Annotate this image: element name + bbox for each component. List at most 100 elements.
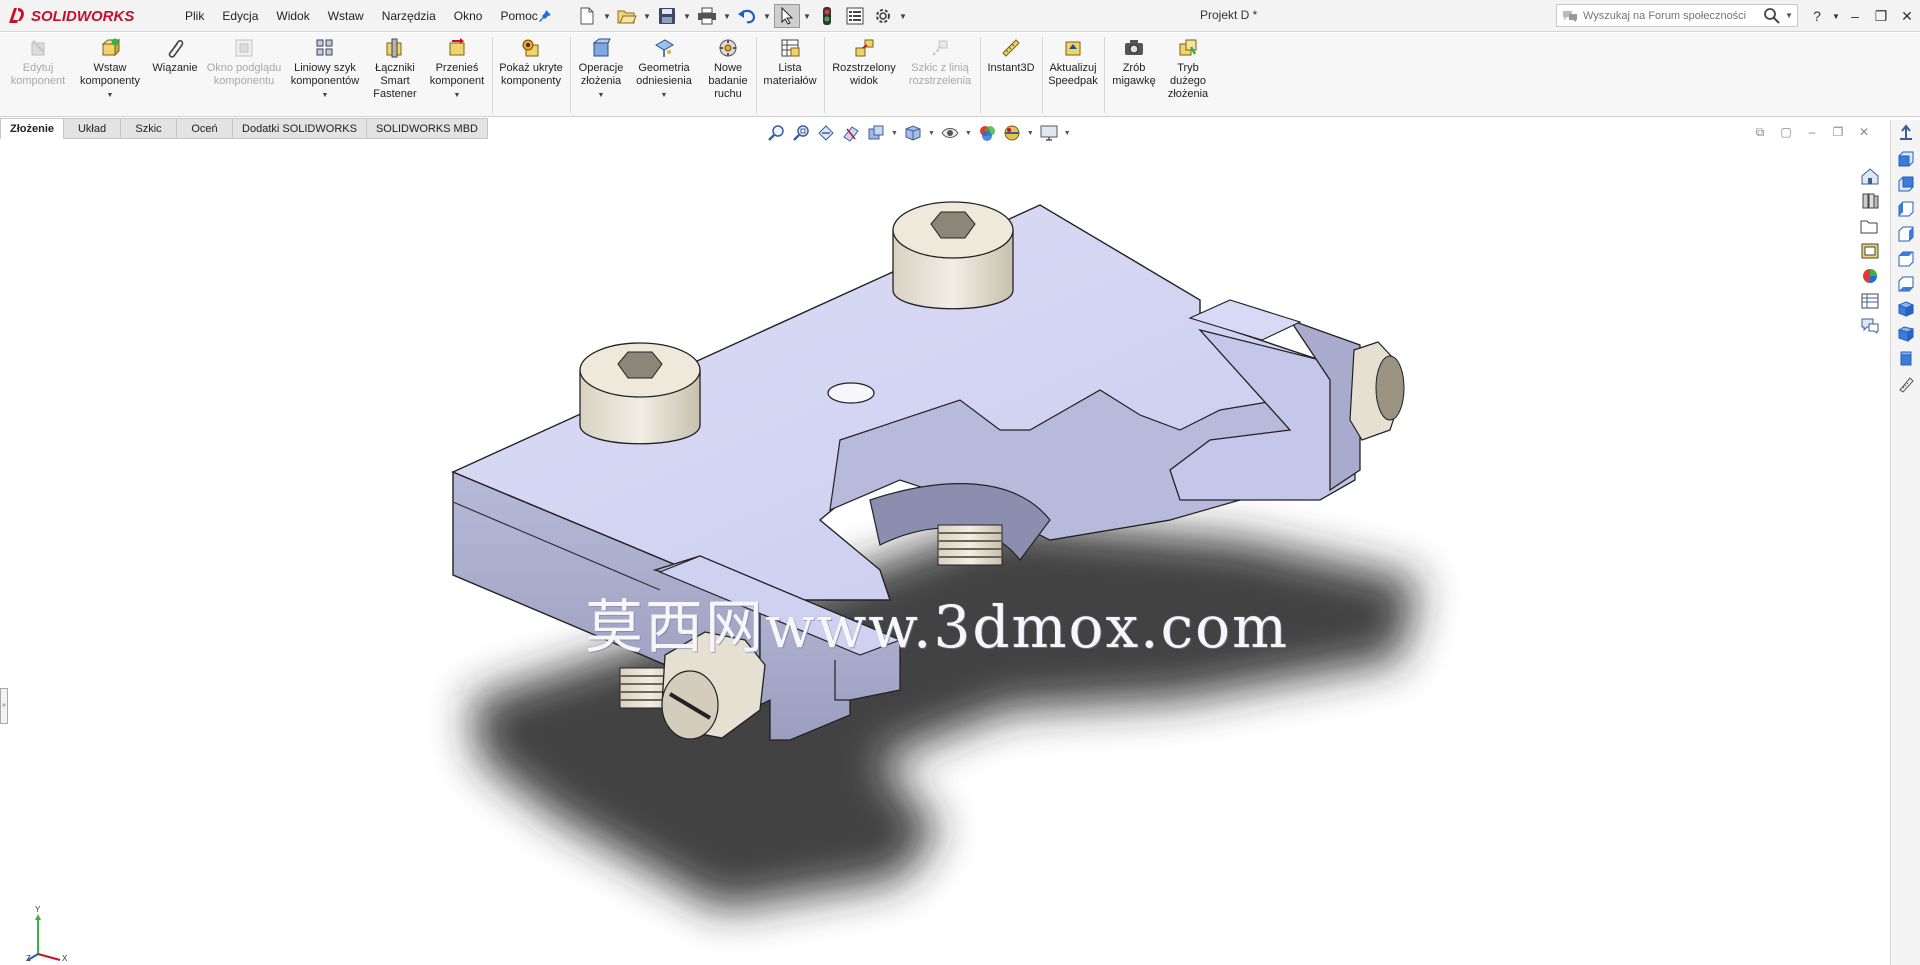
normal-to-icon[interactable]: [1893, 123, 1919, 145]
menu-file[interactable]: Plik: [176, 9, 213, 23]
view-orientation-dropdown-icon[interactable]: ▼: [891, 130, 898, 137]
viewport-close-icon[interactable]: ✕: [1856, 124, 1872, 140]
select-dropdown-icon[interactable]: ▼: [802, 4, 812, 28]
ds-logo-icon: [9, 8, 24, 23]
view-settings-dropdown-icon[interactable]: ▼: [1064, 130, 1071, 137]
close-button[interactable]: ✕: [1896, 8, 1918, 25]
new-motion-study-button[interactable]: Nowe badanie ruchu: [700, 37, 756, 113]
print-icon[interactable]: [694, 4, 720, 28]
restore-button[interactable]: ❐: [1870, 8, 1892, 25]
left-view-icon[interactable]: [1893, 198, 1919, 220]
menu-insert[interactable]: Wstaw: [319, 9, 373, 23]
large-assembly-mode-button[interactable]: Tryb dużego złożenia: [1162, 37, 1214, 113]
menu-edit[interactable]: Edycja: [213, 9, 267, 23]
help-dropdown-icon[interactable]: ▼: [1832, 12, 1840, 21]
smart-fasteners-button[interactable]: Łączniki Smart Fastener: [366, 37, 424, 113]
print-dropdown-icon[interactable]: ▼: [722, 4, 732, 28]
home-icon[interactable]: [1858, 165, 1882, 187]
open-dropdown-icon[interactable]: ▼: [642, 4, 652, 28]
menu-window[interactable]: Okno: [445, 9, 492, 23]
menu-tools[interactable]: Narzędzia: [373, 9, 445, 23]
update-speedpak-button[interactable]: Aktualizuj Speedpak: [1044, 37, 1102, 113]
explode-line-sketch-button[interactable]: Szkic z linią rozstrzelenia: [902, 37, 978, 113]
tab-evaluate[interactable]: Oceń: [177, 118, 234, 139]
viewport-expand-icon[interactable]: ▢: [1778, 124, 1794, 140]
assembly-features-dropdown-icon[interactable]: ▼: [598, 89, 605, 102]
apply-scene-dropdown-icon[interactable]: ▼: [1027, 130, 1034, 137]
save-icon[interactable]: [654, 4, 680, 28]
move-component-dropdown-icon[interactable]: ▼: [454, 89, 461, 102]
tab-solidworks-mbd[interactable]: SOLIDWORKS MBD: [366, 118, 489, 139]
linear-pattern-dropdown-icon[interactable]: ▼: [322, 89, 329, 102]
bill-of-materials-button[interactable]: Lista materiałów: [758, 37, 822, 113]
right-view-icon[interactable]: [1893, 223, 1919, 245]
assembly-model-render[interactable]: [0, 140, 1888, 965]
file-explorer-icon[interactable]: [1858, 215, 1882, 237]
undo-dropdown-icon[interactable]: ▼: [762, 4, 772, 28]
forum-icon[interactable]: [1858, 315, 1882, 337]
measure-tool-icon[interactable]: [1893, 373, 1919, 395]
bottom-view-icon[interactable]: [1893, 273, 1919, 295]
menu-view[interactable]: Widok: [267, 9, 318, 23]
view-palette-icon[interactable]: [1858, 240, 1882, 262]
custom-properties-icon[interactable]: [1858, 290, 1882, 312]
back-view-icon[interactable]: [1893, 173, 1919, 195]
show-hidden-components-button[interactable]: Pokaż ukryte komponenty: [496, 37, 566, 113]
tab-assembly[interactable]: Złożenie: [0, 118, 65, 139]
search-input[interactable]: [1579, 9, 1764, 22]
graphics-area[interactable]: 莫西网www.3dmox.com »: [0, 140, 1888, 965]
select-cursor-icon[interactable]: [774, 4, 800, 28]
display-style-dropdown-icon[interactable]: ▼: [928, 130, 935, 137]
camera-icon: [1125, 40, 1143, 55]
help-button[interactable]: ?: [1806, 8, 1828, 24]
instant3d-button[interactable]: Instant3D: [982, 37, 1040, 113]
appearances-icon[interactable]: [1858, 265, 1882, 287]
isometric-view-icon[interactable]: [1893, 298, 1919, 320]
trimetric-view-icon[interactable]: [1893, 323, 1919, 345]
dimetric-view-icon[interactable]: [1893, 348, 1919, 370]
viewport-restore-icon[interactable]: ❐: [1830, 124, 1846, 140]
tab-layout[interactable]: Układ: [64, 118, 122, 139]
viewport-minimize-icon[interactable]: –: [1804, 124, 1820, 140]
ribbon-separator: [824, 37, 825, 113]
options-gear-icon[interactable]: [870, 4, 896, 28]
insert-components-dropdown-icon[interactable]: ▼: [107, 89, 114, 102]
design-library-icon[interactable]: [1858, 190, 1882, 212]
linear-pattern-button[interactable]: Liniowy szyk komponentów ▼: [284, 37, 366, 113]
take-snapshot-button[interactable]: Zrób migawkę: [1106, 37, 1162, 113]
top-view-icon[interactable]: [1893, 248, 1919, 270]
pin-menu-icon[interactable]: [537, 8, 553, 24]
minimize-button[interactable]: –: [1844, 8, 1866, 24]
solidworks-logo[interactable]: SOLIDWORKS: [6, 2, 156, 30]
viewport-collapse-icon[interactable]: ⧉: [1752, 124, 1768, 140]
file-properties-icon[interactable]: [842, 4, 868, 28]
mate-button[interactable]: Wiązanie: [148, 37, 202, 113]
feature-manager-toggle[interactable]: »: [0, 688, 8, 724]
exploded-view-button[interactable]: Rozstrzelony widok: [826, 37, 902, 113]
tab-solidworks-addins[interactable]: Dodatki SOLIDWORKS: [233, 118, 367, 139]
bill-of-materials-icon: [781, 39, 800, 57]
save-dropdown-icon[interactable]: ▼: [682, 4, 692, 28]
move-component-button[interactable]: Przenieś komponent ▼: [424, 37, 490, 113]
watermark-text: 莫西网www.3dmox.com: [585, 593, 1289, 661]
undo-icon[interactable]: [734, 4, 760, 28]
component-preview-button[interactable]: Okno podglądu komponentu: [204, 37, 284, 113]
assembly-features-button[interactable]: Operacje złożenia ▼: [574, 37, 628, 113]
tab-sketch[interactable]: Szkic: [121, 118, 178, 139]
edit-component-button[interactable]: Edytuj komponent: [4, 37, 72, 113]
reference-geometry-dropdown-icon[interactable]: ▼: [661, 89, 668, 102]
open-document-icon[interactable]: [614, 4, 640, 28]
ribbon-separator: [570, 37, 571, 113]
new-document-icon[interactable]: [574, 4, 600, 28]
insert-components-button[interactable]: Wstaw komponenty ▼: [74, 37, 146, 113]
hide-show-dropdown-icon[interactable]: ▼: [965, 130, 972, 137]
community-search-box[interactable]: ▼: [1556, 4, 1798, 27]
rebuild-traffic-light-icon[interactable]: [814, 4, 840, 28]
front-view-icon[interactable]: [1893, 148, 1919, 170]
options-dropdown-icon[interactable]: ▼: [898, 4, 908, 28]
large-assembly-icon: [1179, 39, 1197, 56]
reference-geometry-button[interactable]: Geometria odniesienia ▼: [630, 37, 698, 113]
search-icon[interactable]: [1763, 7, 1781, 25]
new-dropdown-icon[interactable]: ▼: [602, 4, 612, 28]
search-dropdown-icon[interactable]: ▼: [1781, 11, 1797, 20]
